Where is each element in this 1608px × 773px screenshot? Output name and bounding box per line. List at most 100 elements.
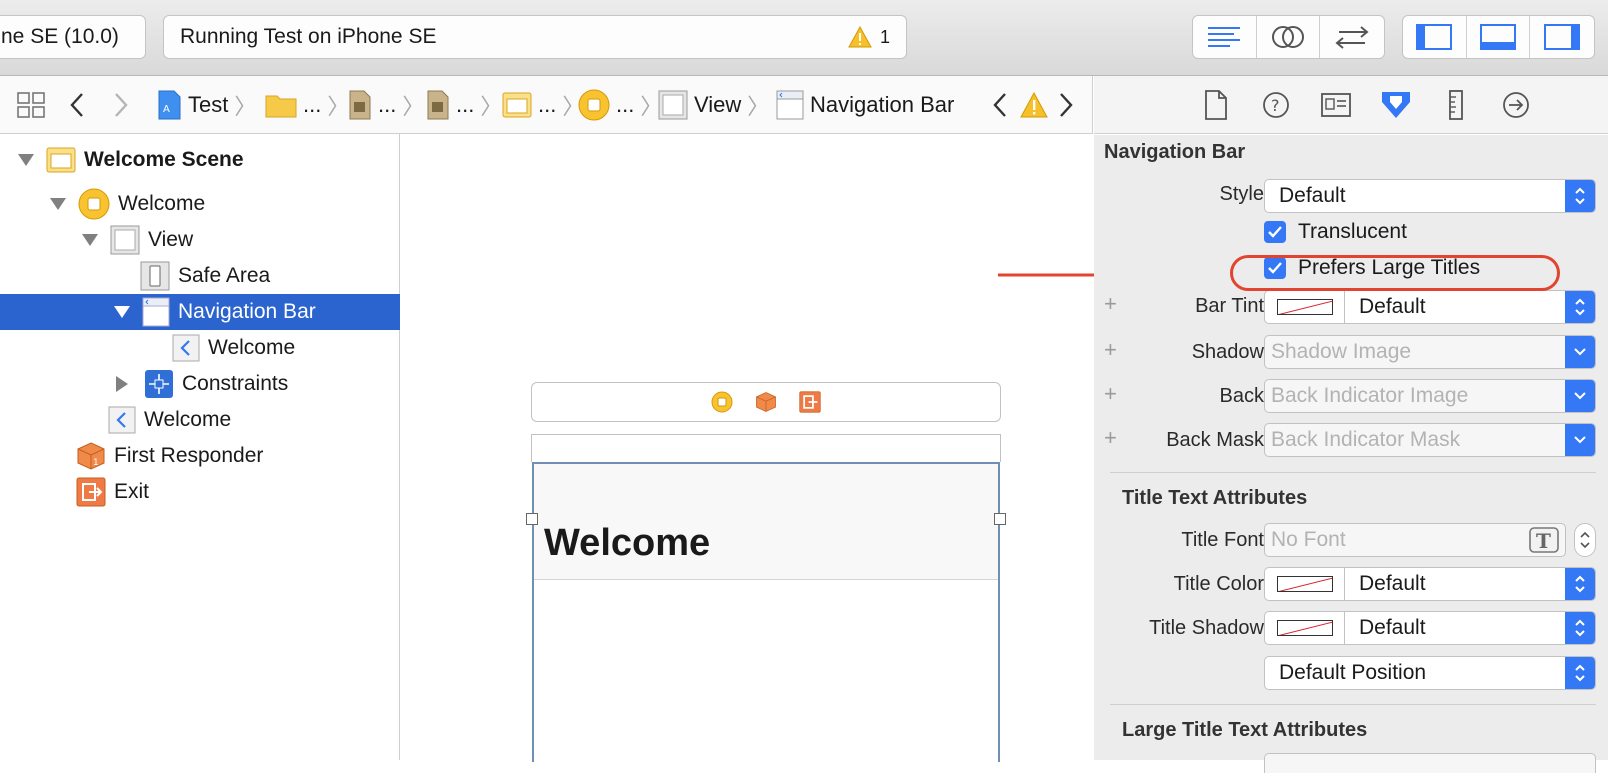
outline-row-navigation-bar[interactable]: Navigation Bar [0, 294, 400, 330]
outline-row-exit[interactable]: Exit [0, 474, 400, 510]
disclosure-triangle-icon[interactable] [116, 376, 128, 392]
related-items-button[interactable] [16, 76, 46, 134]
tab-file-inspector[interactable] [1186, 89, 1246, 120]
section-divider [1110, 472, 1596, 473]
activity-warning[interactable]: 1 [848, 26, 890, 48]
outline-row-view-controller[interactable]: Welcome [0, 186, 400, 222]
resize-handle-right[interactable] [994, 513, 1006, 525]
section-title: Navigation Bar [1104, 141, 1246, 163]
storyboard-file-icon [349, 90, 371, 120]
translucent-checkbox[interactable]: Translucent [1264, 220, 1407, 244]
scheme-label: ne SE (10.0) [1, 25, 119, 48]
debug-area-toggle-button[interactable] [1467, 16, 1531, 58]
title-color-swatch[interactable] [1264, 567, 1346, 601]
resize-handle-left[interactable] [526, 513, 538, 525]
large-title-font-field[interactable] [1264, 753, 1596, 773]
back-chevron-icon [172, 334, 200, 362]
breadcrumb-separator: 〉 [480, 94, 503, 119]
tab-identity-inspector[interactable] [1306, 92, 1366, 118]
right-panel-icon [1544, 24, 1581, 50]
breadcrumb-navigation-bar[interactable]: Navigation Bar [776, 76, 954, 134]
navigator-toggle-button[interactable] [1403, 16, 1467, 58]
previous-issue-button[interactable] [992, 76, 1008, 134]
chevron-right-icon [1060, 93, 1073, 117]
breadcrumb-view[interactable]: View 〉 [658, 76, 769, 134]
version-editor-button[interactable] [1320, 16, 1384, 58]
device-view[interactable]: Welcome [532, 462, 1000, 762]
disclosure-triangle-icon[interactable] [82, 234, 98, 246]
ruler-icon [1449, 89, 1463, 120]
back-mask-label: Back Mask [1166, 429, 1264, 451]
navigation-bar-preview[interactable]: Welcome [534, 464, 998, 580]
breadcrumb-label: ... [378, 92, 397, 117]
exit-icon [76, 477, 106, 507]
shadow-image-combo[interactable]: Shadow Image [1264, 335, 1596, 369]
breadcrumb-label: Navigation Bar [810, 92, 955, 117]
font-picker-icon[interactable]: T [1529, 527, 1559, 556]
tab-connections-inspector[interactable] [1486, 91, 1546, 119]
warning-icon [1020, 92, 1048, 118]
status-bar-area [531, 434, 1001, 462]
disclosure-triangle-icon[interactable] [114, 306, 130, 318]
shadow-offset-popup[interactable]: Default Position [1264, 656, 1596, 690]
outline-row-navigation-item-2[interactable]: Welcome [0, 402, 400, 438]
outline-row-safe-area[interactable]: Safe Area [0, 258, 400, 294]
breadcrumb-label: ... [456, 92, 475, 117]
forward-button[interactable] [112, 76, 130, 134]
title-font-field[interactable]: No Font T [1264, 523, 1566, 557]
back-indicator-combo[interactable]: Back Indicator Image [1264, 379, 1596, 413]
title-shadow-label: Title Shadow [1149, 617, 1264, 639]
panel-toggle-control [1402, 15, 1595, 59]
breadcrumb-label: ... [616, 92, 635, 117]
breadcrumb-label: ... [538, 92, 557, 117]
breadcrumb-storyboard[interactable]: ... 〉 [348, 76, 424, 134]
large-title: Welcome [544, 522, 711, 564]
breadcrumb-scene[interactable]: ... 〉 [502, 76, 584, 134]
activity-viewer[interactable]: Running Test on iPhone SE 1 [163, 15, 907, 59]
breadcrumb-project[interactable]: A Test 〉 [156, 76, 256, 134]
standard-editor-button[interactable] [1193, 16, 1257, 58]
scheme-selector[interactable]: ne SE (10.0) [0, 15, 146, 59]
back-button[interactable] [68, 76, 86, 134]
bar-tint-swatch[interactable] [1264, 290, 1346, 324]
disclosure-triangle-icon[interactable] [50, 198, 66, 210]
back-mask-combo[interactable]: Back Indicator Mask [1264, 423, 1596, 457]
constraints-icon [144, 369, 174, 399]
annotation-highlight [1230, 255, 1560, 291]
storyboard-canvas[interactable]: Welcome [401, 134, 1093, 762]
tab-quick-help[interactable]: ? [1246, 91, 1306, 119]
outline-row-first-responder[interactable]: 1 First Responder [0, 438, 400, 474]
style-popup[interactable]: Default [1264, 179, 1596, 213]
outline-row-view[interactable]: View [0, 222, 400, 258]
outline-row-scene[interactable]: Welcome Scene [0, 142, 400, 178]
next-issue-button[interactable] [1058, 76, 1074, 134]
breadcrumb-view-controller[interactable]: ... 〉 [578, 76, 662, 134]
title-font-stepper[interactable] [1574, 523, 1596, 557]
section-divider [1110, 704, 1596, 705]
issue-indicator[interactable] [1020, 76, 1048, 134]
id-card-icon [1321, 92, 1351, 117]
breadcrumb-folder[interactable]: ... 〉 [265, 76, 349, 134]
tab-size-inspector[interactable] [1426, 89, 1486, 120]
bar-tint-popup[interactable]: Default [1344, 290, 1596, 324]
tab-attributes-inspector[interactable] [1366, 90, 1426, 120]
utilities-toggle-button[interactable] [1530, 16, 1594, 58]
title-color-popup[interactable]: Default [1344, 567, 1596, 601]
outline-row-navigation-item[interactable]: Welcome [0, 330, 400, 366]
checkmark-icon[interactable] [1264, 221, 1286, 243]
disclosure-triangle-icon[interactable] [18, 154, 34, 166]
assistant-editor-button[interactable] [1257, 16, 1321, 58]
breadcrumb-storyboard-base[interactable]: ... 〉 [426, 76, 502, 134]
exit-icon[interactable] [799, 391, 821, 413]
title-shadow-popup[interactable]: Default [1344, 611, 1596, 645]
outline-row-constraints[interactable]: Constraints [0, 366, 400, 402]
first-responder-cube-icon[interactable] [755, 391, 777, 413]
breadcrumb-separator: 〉 [747, 94, 770, 119]
chevron-down-icon [1574, 348, 1586, 356]
outline-label: View [148, 228, 194, 251]
view-controller-icon[interactable] [711, 391, 733, 413]
breadcrumb-separator: 〉 [327, 94, 350, 119]
updown-chevron-icon [1575, 619, 1585, 637]
shadow-placeholder: Shadow Image [1271, 340, 1412, 363]
title-shadow-swatch[interactable] [1264, 611, 1346, 645]
